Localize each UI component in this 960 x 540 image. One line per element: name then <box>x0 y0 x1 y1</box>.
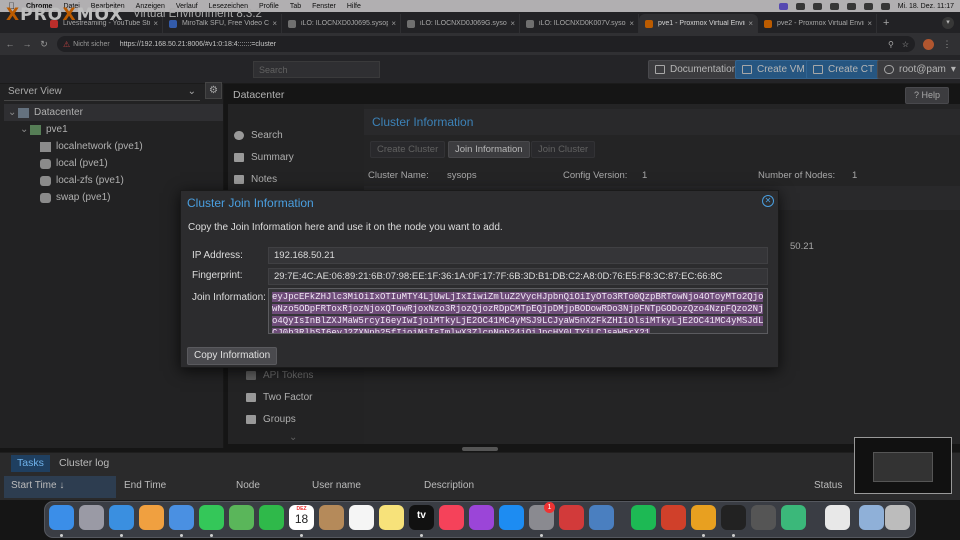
close-icon[interactable]: ✕ <box>762 195 774 207</box>
column-description[interactable]: Description <box>424 480 474 491</box>
mail-icon[interactable] <box>169 505 194 530</box>
running-indicator <box>120 534 123 537</box>
trash-icon[interactable] <box>885 505 910 530</box>
document-icon[interactable] <box>825 505 850 530</box>
copy-information-button[interactable]: Copy Information <box>187 347 278 365</box>
column-start-time[interactable]: Start Time ↓ <box>11 480 64 491</box>
notes-icon[interactable] <box>379 505 404 530</box>
appstore-icon[interactable] <box>499 505 524 530</box>
maps-icon[interactable] <box>229 505 254 530</box>
photos-icon[interactable] <box>139 505 164 530</box>
running-indicator <box>60 534 63 537</box>
join-information-label: Join Information: <box>192 292 266 303</box>
running-indicator <box>300 534 303 537</box>
contacts-icon[interactable] <box>319 505 344 530</box>
join-information-text[interactable]: eyJpcEFkZHJlc3MiOiIxOTIuMTY4LjUwLjIxIiwi… <box>272 292 764 333</box>
column-user-name[interactable]: User name <box>312 480 361 491</box>
app-red-icon[interactable] <box>661 505 686 530</box>
appletv-label: tv <box>417 510 426 521</box>
dialog-intro: Copy the Join Information here and use i… <box>188 222 503 233</box>
music-icon[interactable] <box>439 505 464 530</box>
column-status[interactable]: Status <box>814 480 842 491</box>
running-indicator <box>180 534 183 537</box>
dialog-title: Cluster Join Information <box>187 196 314 210</box>
column-end-time[interactable]: End Time <box>124 480 166 491</box>
spotify-icon[interactable] <box>631 505 656 530</box>
terminal-icon[interactable] <box>721 505 746 530</box>
column-node[interactable]: Node <box>236 480 260 491</box>
screenrec-icon[interactable] <box>559 505 584 530</box>
fingerprint-label: Fingerprint: <box>192 270 243 281</box>
screenshot-preview-thumbnail[interactable] <box>854 437 952 494</box>
ip-address-field[interactable]: 192.168.50.21 <box>268 247 768 264</box>
join-information-textarea[interactable]: eyJpcEFkZHJlc3MiOiIxOTIuMTY4LjUwLjIxIiwi… <box>268 288 768 334</box>
notification-badge: 1 <box>544 502 555 513</box>
downloads-icon[interactable] <box>859 505 884 530</box>
preview-window-shape <box>873 452 933 482</box>
ip-address-label: IP Address: <box>192 250 243 261</box>
network-icon[interactable] <box>589 505 614 530</box>
finder-icon[interactable] <box>49 505 74 530</box>
running-indicator <box>732 534 735 537</box>
messages-icon[interactable] <box>199 505 224 530</box>
running-indicator <box>702 534 705 537</box>
running-indicator <box>210 534 213 537</box>
launchpad-icon[interactable] <box>79 505 104 530</box>
chrome-icon[interactable] <box>691 505 716 530</box>
sync-icon[interactable] <box>781 505 806 530</box>
facetime-icon[interactable] <box>259 505 284 530</box>
tab-cluster-log[interactable]: Cluster log <box>53 455 115 472</box>
podcasts-icon[interactable] <box>469 505 494 530</box>
safari-icon[interactable] <box>109 505 134 530</box>
tasks-panel <box>0 452 960 500</box>
calendar-day: 18 <box>294 512 309 526</box>
calculator-icon[interactable] <box>751 505 776 530</box>
fingerprint-field[interactable]: 29:7E:4C:AE:06:89:21:6B:07:98:EE:1F:36:1… <box>268 268 768 285</box>
running-indicator <box>420 534 423 537</box>
tab-tasks[interactable]: Tasks <box>11 455 50 472</box>
running-indicator <box>540 534 543 537</box>
reminders-icon[interactable] <box>349 505 374 530</box>
panel-resize-handle[interactable] <box>462 447 498 451</box>
